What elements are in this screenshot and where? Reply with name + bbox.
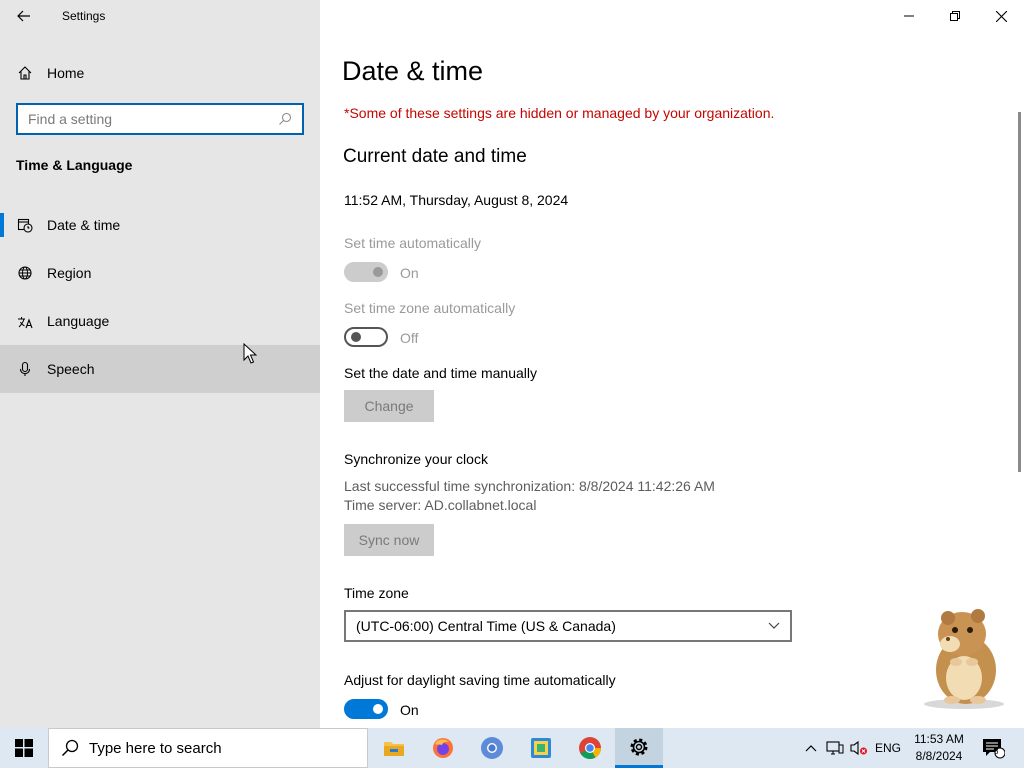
scrollbar[interactable] (1018, 112, 1021, 472)
restore-button[interactable] (932, 0, 978, 32)
start-button[interactable] (0, 728, 48, 768)
taskbar-settings[interactable] (615, 728, 663, 768)
set-tz-auto-label: Set time zone automatically (344, 300, 516, 316)
sidebar-item-label: Date & time (47, 217, 121, 233)
clock-calendar-icon (17, 218, 33, 233)
sidebar-item-label: Language (47, 313, 110, 329)
dst-label: Adjust for daylight saving time automati… (344, 672, 616, 688)
volume-tray-button[interactable] (848, 728, 870, 768)
sidebar-item-date-time[interactable]: Date & time (0, 201, 320, 249)
firefox-icon (433, 738, 453, 758)
notification-count-badge: 3 (994, 747, 999, 756)
taskbar: Type here to search ENG 11:53 AM 8/8/202… (0, 728, 1024, 768)
mouse-cursor-icon (243, 343, 257, 364)
language-icon (17, 317, 33, 329)
close-button[interactable] (978, 0, 1024, 32)
close-icon (995, 10, 1007, 22)
set-tz-auto-state: Off (400, 330, 419, 346)
taskbar-search-placeholder: Type here to search (89, 739, 222, 757)
sidebar-item-label: Region (47, 265, 92, 281)
timezone-value: (UTC-06:00) Central Time (US & Canada) (356, 618, 616, 634)
sidebar-item-language[interactable]: Language (0, 297, 320, 345)
sidebar-item-home[interactable]: Home (0, 49, 320, 97)
current-datetime-heading: Current date and time (343, 146, 527, 167)
dst-state: On (400, 702, 419, 718)
organization-warning: *Some of these settings are hidden or ma… (344, 105, 775, 121)
search-icon (279, 112, 292, 125)
chrome-icon (579, 737, 601, 759)
home-icon (18, 66, 31, 80)
set-time-auto-label: Set time automatically (344, 235, 481, 251)
time-server-text: Time server: AD.collabnet.local (344, 497, 537, 513)
back-button[interactable] (0, 0, 48, 32)
network-tray-button[interactable] (824, 728, 846, 768)
timezone-select[interactable]: (UTC-06:00) Central Time (US & Canada) (344, 610, 792, 642)
timezone-label: Time zone (344, 585, 409, 601)
settings-search[interactable] (16, 103, 304, 135)
microphone-icon (19, 361, 30, 376)
set-tz-auto-toggle[interactable] (344, 327, 388, 347)
network-icon (826, 741, 844, 755)
taskbar-firefox[interactable] (419, 728, 467, 768)
taskbar-clock[interactable]: 11:53 AM 8/8/2024 (906, 731, 972, 765)
sidebar-item-speech[interactable]: Speech (0, 345, 320, 393)
chevron-down-icon (768, 622, 780, 629)
last-sync-text: Last successful time synchronization: 8/… (344, 478, 715, 494)
search-input[interactable] (28, 111, 278, 127)
sidebar: Settings Home Time & Language Date & tim… (0, 0, 320, 728)
clock-date: 8/8/2024 (915, 749, 963, 763)
taskbar-chrome[interactable] (566, 728, 614, 768)
sync-heading: Synchronize your clock (344, 451, 488, 467)
restore-icon (950, 11, 960, 21)
sync-now-button[interactable]: Sync now (344, 524, 434, 556)
minimize-button[interactable] (886, 0, 932, 32)
page-title: Date & time (342, 56, 484, 86)
settings-window: Settings Home Time & Language Date & tim… (0, 0, 1024, 728)
input-language-indicator[interactable]: ENG (872, 728, 904, 768)
sidebar-item-region[interactable]: Region (0, 249, 320, 297)
windows-logo-icon (15, 739, 33, 757)
set-time-auto-toggle[interactable] (344, 262, 388, 282)
notification-icon (983, 739, 1005, 759)
manual-datetime-label: Set the date and time manually (344, 365, 538, 381)
photo-app-icon (531, 738, 551, 758)
hamster-mascot-image (924, 609, 1004, 709)
settings-gear-icon (630, 738, 648, 755)
section-title: Time & Language (16, 157, 133, 173)
taskbar-search[interactable]: Type here to search (48, 728, 368, 768)
show-hidden-icons-button[interactable] (800, 728, 822, 768)
chromium-icon (481, 737, 503, 759)
taskbar-photo-app[interactable] (517, 728, 565, 768)
minimize-icon (904, 15, 914, 17)
app-title: Settings (62, 9, 106, 23)
volume-muted-icon (850, 740, 867, 756)
file-explorer-icon (384, 742, 404, 756)
current-datetime-value: 11:52 AM, Thursday, August 8, 2024 (344, 192, 569, 208)
clock-time: 11:53 AM (914, 732, 964, 746)
change-button[interactable]: Change (344, 390, 434, 422)
taskbar-file-explorer[interactable] (370, 728, 418, 768)
globe-icon (17, 266, 32, 280)
search-icon (61, 739, 79, 757)
dst-toggle[interactable] (344, 699, 388, 719)
set-time-auto-state: On (400, 265, 419, 281)
action-center-button[interactable]: 3 (978, 728, 1008, 768)
chevron-up-icon (805, 745, 817, 752)
sidebar-item-label: Home (47, 65, 85, 81)
taskbar-chromium[interactable] (468, 728, 516, 768)
back-arrow-icon (17, 10, 30, 22)
sidebar-item-label: Speech (47, 361, 95, 377)
